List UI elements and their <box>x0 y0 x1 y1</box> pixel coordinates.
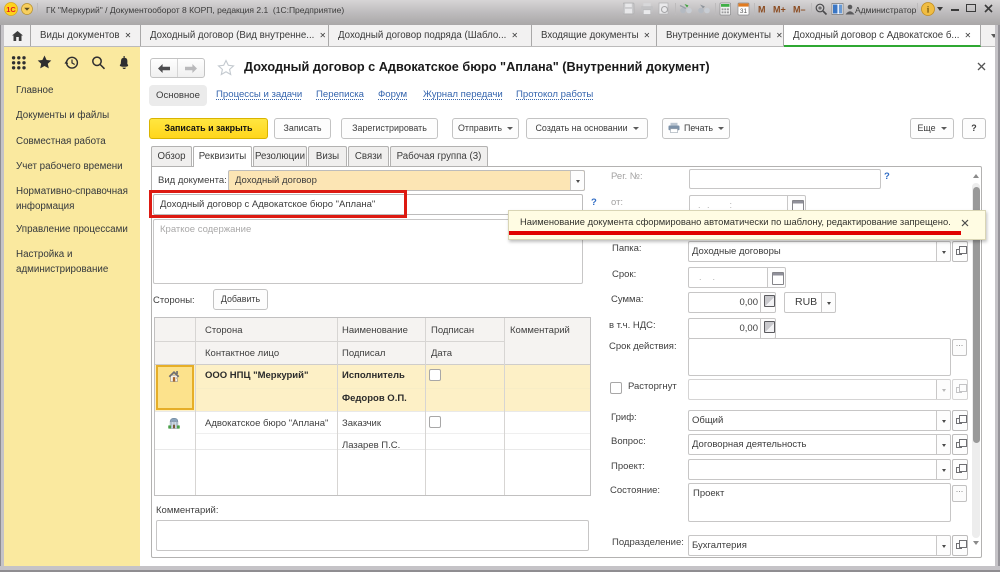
svg-text:M: M <box>758 5 766 15</box>
svg-text:M+: M+ <box>773 5 786 15</box>
svg-text:31: 31 <box>740 8 748 15</box>
svg-text:M–: M– <box>793 5 806 15</box>
svg-text:1С: 1С <box>6 5 16 14</box>
